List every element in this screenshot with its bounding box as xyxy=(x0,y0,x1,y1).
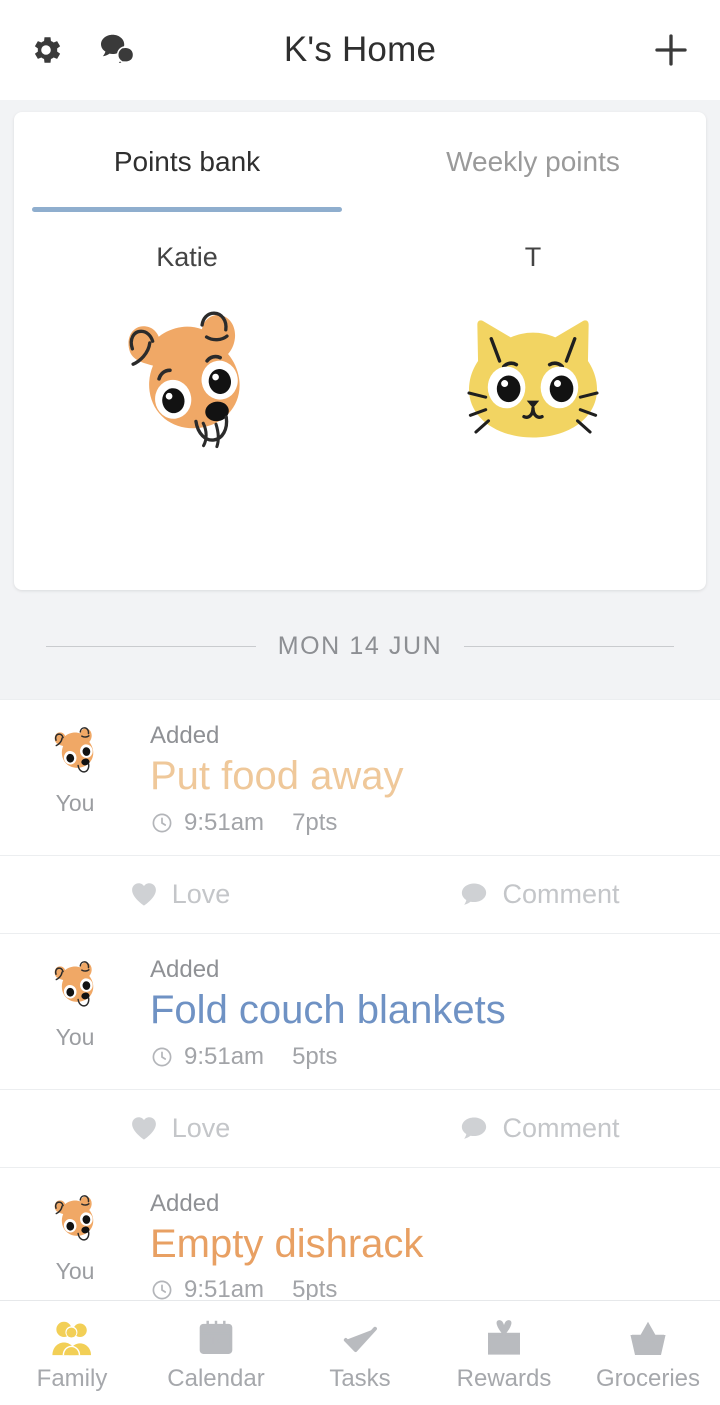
tab-inactive-underline xyxy=(378,207,688,212)
feed-item-main: You Added Fold couch blankets 9:51am 5pt… xyxy=(0,934,720,1089)
feed-item[interactable]: You Added Fold couch blankets 9:51am 5pt… xyxy=(0,933,720,1167)
feed-item-actions: Love Comment xyxy=(0,1089,720,1167)
member-katie[interactable]: Katie xyxy=(14,242,360,457)
feed-item-time: 9:51am xyxy=(184,809,264,837)
feed-item-author: You xyxy=(0,956,150,1071)
love-label: Love xyxy=(172,879,231,910)
feed-item-action: Added xyxy=(150,1190,696,1218)
member-name: Katie xyxy=(156,242,218,273)
dog-avatar xyxy=(46,722,104,778)
feed-item-body: Added Empty dishrack 9:51am 5pts xyxy=(150,1190,720,1305)
member-t[interactable]: T xyxy=(360,242,706,457)
clock-icon xyxy=(150,1278,174,1302)
feed-item-meta: 9:51am 7pts xyxy=(150,809,696,837)
tab-active-underline xyxy=(32,207,342,212)
feed-item-author: You xyxy=(0,722,150,837)
feed-item-points: 7pts xyxy=(292,809,337,837)
nav-label-calendar: Calendar xyxy=(167,1365,264,1393)
feed-item-action: Added xyxy=(150,722,696,750)
comment-bubble-icon xyxy=(460,881,488,907)
comment-bubble-icon xyxy=(460,1115,488,1141)
nav-label-family: Family xyxy=(37,1365,108,1393)
love-label: Love xyxy=(172,1113,231,1144)
clock-icon xyxy=(150,1045,174,1069)
comment-label: Comment xyxy=(502,1113,619,1144)
divider-line-right xyxy=(464,646,674,647)
points-tabs: Points bank Weekly points xyxy=(14,112,706,212)
feed-item-title[interactable]: Empty dishrack xyxy=(150,1220,696,1269)
feed-item-meta: 9:51am 5pts xyxy=(150,1043,696,1071)
bottom-navigation: Family 14 Calendar Tasks xyxy=(0,1300,720,1405)
clock-icon xyxy=(150,811,174,835)
feed-item-author-label: You xyxy=(56,790,95,817)
feed-item-main: You Added Put food away 9:51am 7pts xyxy=(0,700,720,855)
tab-weekly-points-label: Weekly points xyxy=(446,146,620,178)
date-divider-label: MON 14 JUN xyxy=(256,632,465,661)
dog-avatar xyxy=(102,297,272,457)
check-icon xyxy=(339,1314,381,1358)
app-header: K's Home xyxy=(0,0,720,100)
calendar-icon: 14 xyxy=(196,1314,236,1358)
tab-weekly-points[interactable]: Weekly points xyxy=(360,112,706,212)
feed-item-author: You xyxy=(0,1190,150,1305)
app-screen: K's Home Points bank Weekly points Katie xyxy=(0,0,720,1405)
feed-item-action: Added xyxy=(150,956,696,984)
dog-avatar xyxy=(46,956,104,1012)
chat-bubbles-icon[interactable] xyxy=(98,30,138,70)
date-divider: MON 14 JUN xyxy=(0,590,720,699)
feed-item-body: Added Fold couch blankets 9:51am 5pts xyxy=(150,956,720,1071)
cat-avatar xyxy=(448,297,618,457)
comment-label: Comment xyxy=(502,879,619,910)
points-card: Points bank Weekly points Katie xyxy=(14,112,706,590)
love-button[interactable]: Love xyxy=(0,856,360,933)
feed-item-time: 9:51am xyxy=(184,1043,264,1071)
comment-button[interactable]: Comment xyxy=(360,856,720,933)
feed-item-author-label: You xyxy=(56,1024,95,1051)
nav-item-groceries[interactable]: Groceries xyxy=(576,1301,720,1405)
feed-item-title[interactable]: Put food away xyxy=(150,752,696,801)
calendar-day-number: 14 xyxy=(209,1333,223,1347)
love-button[interactable]: Love xyxy=(0,1090,360,1167)
gift-icon xyxy=(484,1314,524,1358)
feed-item-title[interactable]: Fold couch blankets xyxy=(150,986,696,1035)
header-left-icons xyxy=(26,30,138,70)
feed-item[interactable]: You Added Put food away 9:51am 7pts xyxy=(0,699,720,933)
basket-icon xyxy=(628,1314,668,1358)
divider-line-left xyxy=(46,646,256,647)
gear-icon[interactable] xyxy=(26,30,66,70)
tab-points-bank[interactable]: Points bank xyxy=(14,112,360,212)
feed-item-points: 5pts xyxy=(292,1043,337,1071)
nav-label-rewards: Rewards xyxy=(457,1365,552,1393)
nav-item-rewards[interactable]: Rewards xyxy=(432,1301,576,1405)
comment-button[interactable]: Comment xyxy=(360,1090,720,1167)
nav-item-calendar[interactable]: 14 Calendar xyxy=(144,1301,288,1405)
feed-item-body: Added Put food away 9:51am 7pts xyxy=(150,722,720,837)
feed-item-actions: Love Comment xyxy=(0,855,720,933)
heart-icon xyxy=(130,881,158,907)
nav-label-groceries: Groceries xyxy=(596,1365,700,1393)
plus-icon[interactable] xyxy=(648,27,694,73)
nav-item-tasks[interactable]: Tasks xyxy=(288,1301,432,1405)
tab-points-bank-label: Points bank xyxy=(114,146,260,178)
nav-label-tasks: Tasks xyxy=(329,1365,390,1393)
member-list: Katie xyxy=(14,212,706,457)
member-name: T xyxy=(525,242,542,273)
heart-icon xyxy=(130,1115,158,1141)
feed-item-author-label: You xyxy=(56,1258,95,1285)
family-icon xyxy=(50,1314,94,1358)
points-card-wrapper: Points bank Weekly points Katie xyxy=(0,100,720,590)
nav-item-family[interactable]: Family xyxy=(0,1301,144,1405)
dog-avatar xyxy=(46,1190,104,1246)
